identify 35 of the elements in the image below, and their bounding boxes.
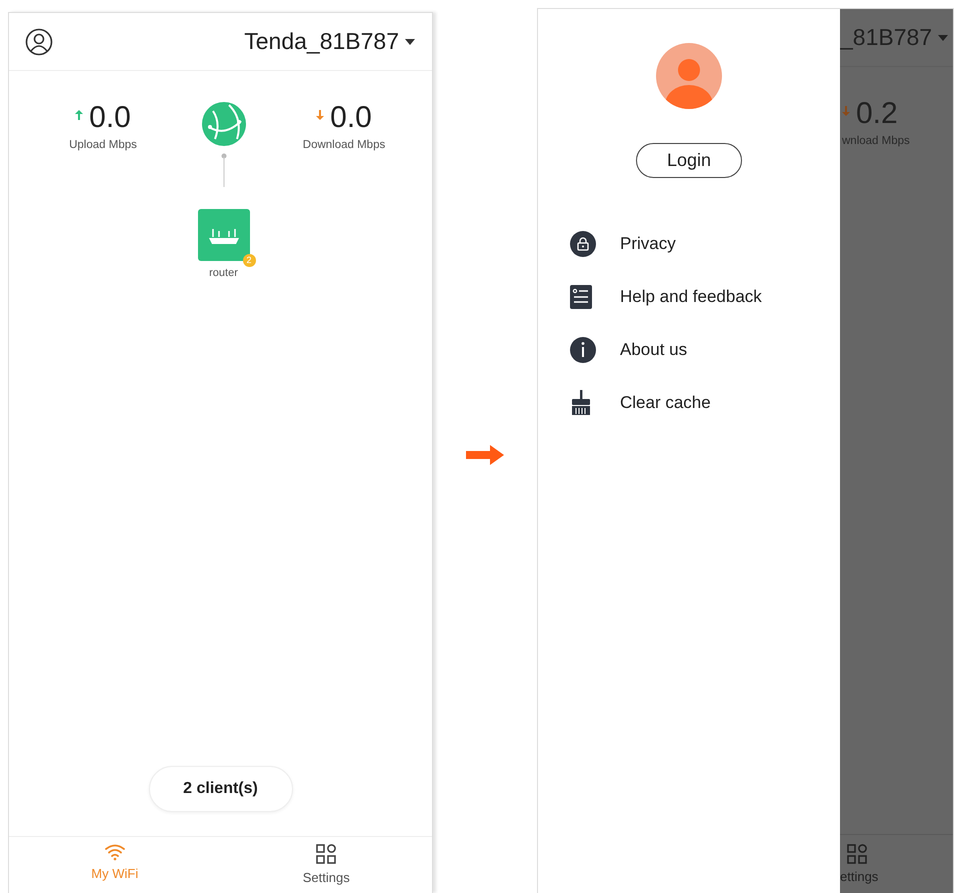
up-arrow-icon <box>75 110 84 120</box>
count-badge: 2 <box>242 254 256 267</box>
list-icon <box>570 285 592 309</box>
network-name: _81B787 <box>840 24 932 51</box>
router-label: router <box>209 267 238 279</box>
upload-label: Upload Mbps <box>69 139 137 151</box>
menu-item[interactable]: Help and feedback <box>620 287 762 307</box>
clients-button[interactable]: 2 client(s) <box>148 766 292 812</box>
menu-item[interactable]: Clear cache <box>620 393 711 413</box>
connection-line <box>220 153 226 187</box>
login-button[interactable]: Login <box>636 143 742 178</box>
grid-icon <box>315 843 338 865</box>
grid-icon <box>846 843 868 865</box>
globe-icon <box>200 101 246 147</box>
right-arrow-icon <box>466 445 504 465</box>
caret-icon <box>404 38 416 46</box>
lock-icon <box>570 231 596 257</box>
download-speed: 0.0 <box>330 101 372 135</box>
upload-speed: 0.0 <box>89 101 131 135</box>
download-label: wnload Mbps <box>842 135 911 147</box>
network-selector[interactable]: Tenda_81B787 <box>244 28 416 55</box>
down-arrow-icon <box>842 106 850 116</box>
tab[interactable]: Settings <box>220 837 432 893</box>
menu-item[interactable]: Privacy <box>620 234 676 254</box>
info-icon <box>570 337 596 363</box>
broom-icon <box>570 390 592 416</box>
down-arrow-icon <box>316 110 324 120</box>
caret-icon <box>937 34 950 42</box>
account-icon[interactable] <box>25 28 53 56</box>
avatar-icon <box>656 43 722 109</box>
menu-item[interactable]: About us <box>620 340 688 360</box>
tab-label: ettings <box>840 869 878 884</box>
download-speed: 0.2 <box>856 97 898 131</box>
download-label: Download Mbps <box>302 139 386 151</box>
wifi-icon <box>104 843 126 861</box>
